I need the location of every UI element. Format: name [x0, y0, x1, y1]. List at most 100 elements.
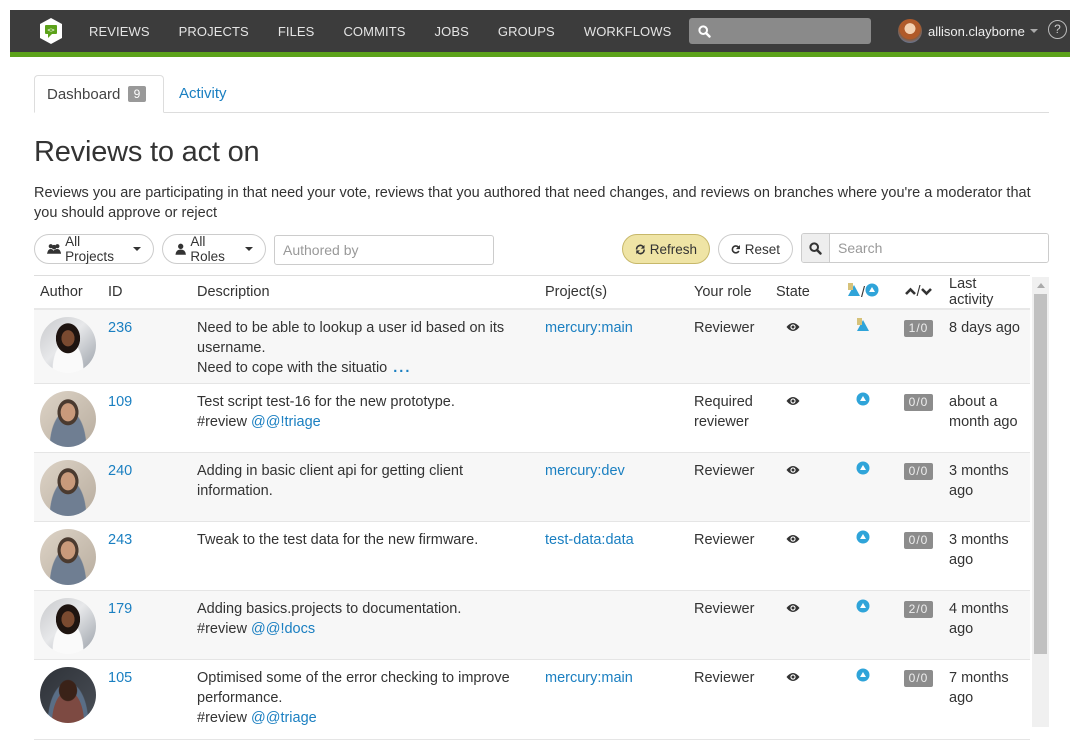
description-text: Need to cope with the situatio [197, 360, 388, 376]
project-cell: test-data:data [539, 521, 688, 591]
description-text: Adding basics.projects to documentation. [197, 600, 462, 617]
review-id-link[interactable]: 109 [108, 394, 132, 410]
author-cell [34, 309, 102, 384]
search-icon [698, 25, 711, 38]
refresh-icon [635, 244, 645, 254]
nav-reviews[interactable]: REVIEWS [89, 24, 150, 39]
tests-cell [832, 383, 894, 453]
eye-icon [786, 461, 800, 481]
tab-dashboard-label: Dashboard [47, 86, 121, 103]
author-avatar[interactable] [40, 666, 96, 723]
header-description[interactable]: Description [191, 276, 539, 310]
table-row[interactable]: 109 Test script test-16 for the new prot… [34, 383, 1030, 453]
author-cell [34, 521, 102, 591]
header-author[interactable]: Author [34, 276, 102, 310]
mention-link[interactable]: @@triage [251, 710, 317, 726]
authored-by-input[interactable] [274, 235, 494, 265]
mention-link[interactable]: @@!docs [251, 621, 315, 637]
review-tag: #review [197, 620, 251, 637]
nav-jobs[interactable]: JOBS [435, 24, 469, 39]
votes-cell: 0/0 [894, 383, 943, 453]
tests-cell [832, 521, 894, 591]
role-text: Reviewer [694, 320, 755, 336]
nav-files[interactable]: FILES [278, 24, 315, 39]
project-cell: mercury:dev [539, 452, 688, 522]
header-tests[interactable]: / [832, 276, 894, 310]
description-text: Optimised some of the error checking to … [197, 669, 510, 706]
header-votes[interactable]: / [894, 276, 943, 310]
all-roles-dropdown[interactable]: All Roles [162, 234, 266, 264]
table-row[interactable]: 179 Adding basics.projects to documentat… [34, 590, 1030, 660]
review-id-link[interactable]: 243 [108, 532, 132, 548]
role-text: Reviewer [694, 669, 755, 686]
table-scrollbar[interactable] [1032, 277, 1049, 727]
search-icon [809, 241, 822, 255]
project-link[interactable]: mercury:dev [545, 463, 625, 479]
help-icon[interactable]: ? [1048, 20, 1067, 39]
author-avatar[interactable] [40, 459, 96, 516]
tests-cell [832, 659, 894, 740]
header-projects[interactable]: Project(s) [539, 276, 688, 310]
search-input[interactable] [830, 234, 1048, 262]
header-state[interactable]: State [770, 276, 832, 310]
project-cell [539, 383, 688, 453]
description-cell: Adding in basic client api for getting c… [191, 452, 539, 522]
swarm-logo-icon[interactable]: <> [39, 18, 63, 44]
scroll-thumb[interactable] [1034, 294, 1047, 654]
role-cell: Reviewer [688, 309, 770, 384]
header-last-activity[interactable]: Last activity [943, 276, 1030, 310]
state-cell [770, 659, 832, 740]
search-addon [802, 234, 830, 262]
votes-cell: 0/0 [894, 452, 943, 522]
nav-groups[interactable]: GROUPS [498, 24, 555, 39]
header-your-role[interactable]: Your role [688, 276, 770, 310]
caret-down-icon [245, 247, 253, 251]
description-text: Tweak to the test data for the new firmw… [197, 531, 479, 548]
author-cell [34, 659, 102, 740]
last-activity-cell: about a month ago [943, 383, 1030, 453]
author-avatar[interactable] [40, 390, 96, 447]
author-avatar[interactable] [40, 528, 96, 585]
project-link[interactable]: test-data:data [545, 532, 634, 548]
nav-commits[interactable]: COMMITS [343, 24, 405, 39]
project-link[interactable]: mercury:main [545, 320, 633, 336]
reset-button[interactable]: Reset [718, 234, 793, 264]
nav-projects[interactable]: PROJECTS [179, 24, 249, 39]
all-projects-dropdown[interactable]: All Projects [34, 234, 154, 264]
review-id-link[interactable]: 240 [108, 463, 132, 479]
tests-cell [832, 309, 894, 384]
header-id[interactable]: ID [102, 276, 191, 310]
last-activity-text: 7 months ago [949, 669, 1009, 706]
users-icon [47, 244, 62, 254]
state-cell [770, 521, 832, 591]
expand-description-link[interactable]: ... [387, 360, 411, 376]
tab-activity[interactable]: Activity [167, 75, 239, 113]
author-cell [34, 590, 102, 660]
test-queued-icon [856, 668, 870, 688]
test-queued-icon [856, 461, 870, 481]
state-cell [770, 590, 832, 660]
review-id-link[interactable]: 236 [108, 320, 132, 336]
table-row[interactable]: 105 Optimised some of the error checking… [34, 659, 1030, 740]
author-avatar[interactable] [40, 597, 96, 654]
table-row[interactable]: 243 Tweak to the test data for the new f… [34, 521, 1030, 591]
nav-workflows[interactable]: WORKFLOWS [584, 24, 672, 39]
author-avatar[interactable] [40, 317, 96, 373]
review-id-link[interactable]: 105 [108, 670, 132, 686]
project-link[interactable]: mercury:main [545, 670, 633, 686]
tab-dashboard[interactable]: Dashboard 9 [34, 75, 164, 113]
table-row[interactable]: 240 Adding in basic client api for getti… [34, 452, 1030, 522]
all-projects-label: All Projects [65, 234, 114, 264]
mention-link[interactable]: @@!triage [251, 414, 321, 430]
dashboard-count-badge: 9 [127, 86, 147, 102]
refresh-button[interactable]: Refresh [622, 234, 710, 264]
state-cell [770, 383, 832, 453]
review-id-link[interactable]: 179 [108, 601, 132, 617]
username: allison.clayborne [928, 23, 1025, 39]
description-text: Adding in basic client api for getting c… [197, 462, 463, 499]
table-row[interactable]: 236 Need to be able to lookup a user id … [34, 309, 1030, 384]
global-search-input[interactable] [689, 18, 871, 44]
user-menu[interactable]: allison.clayborne [898, 17, 1038, 45]
scroll-up-arrow-icon[interactable] [1037, 283, 1045, 288]
test-queued-icon [856, 599, 870, 619]
